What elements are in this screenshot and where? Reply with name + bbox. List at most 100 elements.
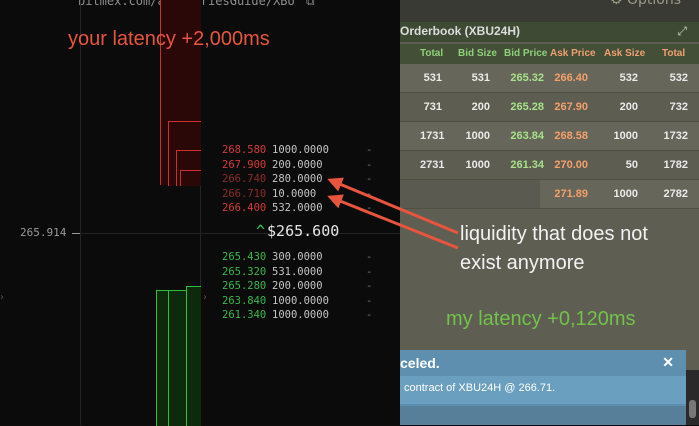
column-header-total[interactable]: Total	[420, 48, 443, 59]
price-gridline	[80, 233, 400, 234]
ask-size: 280.0000	[272, 173, 323, 185]
ask-price: 270.00	[554, 159, 588, 171]
empty-bid-cell	[400, 180, 540, 208]
ask-price: 266.40	[554, 72, 588, 84]
bid-delta: -	[366, 280, 373, 292]
column-header-total[interactable]: Total	[662, 48, 685, 59]
bid-delta: -	[366, 251, 373, 263]
bid-total: 1731	[420, 130, 445, 142]
scrollbar[interactable]	[686, 370, 699, 425]
ask-row[interactable]: 267.900 200.0000 -	[222, 158, 382, 173]
toast-title: celed.	[400, 355, 440, 371]
chevron-right-icon[interactable]: ›	[203, 292, 207, 303]
notification-toast[interactable]: celed. ✕ contract of XBU24H @ 266.71.	[400, 350, 686, 425]
ask-row[interactable]: 266.740 280.0000 -	[222, 172, 382, 187]
orderbook-header: Orderbook (XBU24H) ⤢	[400, 22, 699, 42]
close-icon[interactable]: ✕	[662, 354, 674, 371]
table-row[interactable]: 531 531 265.32 266.40 532 532	[400, 64, 699, 93]
table-row[interactable]: 2731 1000 261.34 270.00 50 1782	[400, 151, 699, 180]
ask-delta: -	[366, 144, 373, 156]
bid-price: 263.84	[510, 130, 544, 142]
ask-total: 532	[669, 72, 688, 84]
your-latency-annotation: your latency +2,000ms	[68, 28, 270, 50]
ask-row[interactable]: 268.580 1000.0000 -	[222, 143, 382, 158]
orderbook-columns: Total Bid Size Bid Price Ask Price Ask S…	[400, 44, 699, 64]
ask-delta: -	[366, 173, 373, 185]
table-row[interactable]: 271.89 1000 2782	[400, 180, 699, 209]
table-row[interactable]: 731 200 265.28 267.90 200 732	[400, 93, 699, 122]
bid-price: 265.320	[222, 265, 267, 278]
ask-total: 1782	[663, 159, 688, 171]
ask-price: 271.89	[554, 188, 588, 200]
depth-chart-panel: bitmex.com/app/seriesGuide/XBU ⧉ › › 265…	[0, 0, 400, 426]
last-price-value: $265.600	[267, 222, 340, 240]
chevron-up-icon: ^	[256, 222, 266, 240]
bid-price: 265.280	[222, 280, 267, 292]
ask-size: 1000	[613, 130, 638, 142]
bid-delta: -	[366, 309, 373, 321]
ask-size: 1000.0000	[272, 144, 329, 156]
bid-delta: -	[366, 265, 373, 278]
price-axis-tick	[72, 233, 80, 234]
liquidity-annotation-line2: exist anymore	[460, 252, 585, 274]
my-latency-annotation: my latency +0,120ms	[446, 308, 636, 330]
bid-size: 200	[471, 101, 490, 113]
ask-price: 268.58	[554, 130, 588, 142]
options-label: Options	[627, 0, 682, 8]
bid-price: 263.840	[222, 294, 267, 307]
ask-depth-step	[180, 170, 201, 186]
table-row[interactable]: 1731 1000 263.84 268.58 1000 1732	[400, 122, 699, 151]
column-header-ask-size[interactable]: Ask Size	[604, 48, 645, 59]
bid-delta: -	[366, 294, 373, 307]
ask-delta: -	[366, 158, 373, 171]
bid-row[interactable]: 263.840 1000.0000 -	[222, 294, 382, 309]
external-link-icon[interactable]: ⧉	[306, 0, 315, 8]
ask-price: 267.90	[554, 101, 588, 113]
chart-gridline	[80, 0, 81, 425]
bid-depth-step	[186, 286, 201, 426]
bid-size: 200.0000	[272, 280, 323, 292]
ask-price: 268.580	[222, 144, 267, 156]
bid-size: 1000.0000	[272, 309, 329, 321]
toast-message: contract of XBU24H @ 266.71.	[404, 382, 556, 394]
ask-row[interactable]: 266.400 532.0000 -	[222, 201, 382, 216]
bid-price: 265.430	[222, 251, 267, 263]
bid-size: 1000	[465, 159, 490, 171]
ask-size: 532.0000	[272, 202, 323, 214]
ask-size: 50	[625, 159, 638, 171]
ask-total: 732	[669, 101, 688, 113]
expand-icon[interactable]: ⤢	[677, 24, 687, 39]
column-header-ask-price[interactable]: Ask Price	[550, 48, 596, 59]
last-price: ^ $265.600	[256, 222, 339, 240]
ask-price: 266.400	[222, 202, 267, 214]
bid-row[interactable]: 261.340 1000.0000 -	[222, 308, 382, 323]
bid-size: 531	[471, 72, 490, 84]
ask-size: 200.0000	[272, 158, 323, 171]
column-header-bid-size[interactable]: Bid Size	[458, 48, 497, 59]
top-toolbar: ⚙ Options	[400, 0, 699, 22]
ask-price: 266.710	[222, 187, 267, 200]
bid-row[interactable]: 265.280 200.0000 -	[222, 279, 382, 294]
ask-price: 267.900	[222, 158, 267, 171]
liquidity-annotation-line1: liquidity that does not	[460, 223, 648, 245]
scrollbar-thumb[interactable]	[689, 400, 696, 418]
bid-row[interactable]: 265.320 531.0000 -	[222, 265, 382, 280]
bid-size: 1000.0000	[272, 294, 329, 307]
chevron-right-icon[interactable]: ›	[0, 292, 4, 303]
toast-body: contract of XBU24H @ 266.71.	[400, 376, 686, 404]
ask-delta: -	[366, 187, 373, 200]
column-header-bid-price[interactable]: Bid Price	[504, 48, 547, 59]
bid-price: 265.28	[510, 101, 544, 113]
toast-footer	[400, 406, 686, 425]
bid-row[interactable]: 265.430 300.0000 -	[222, 250, 382, 265]
ask-total: 1732	[663, 130, 688, 142]
options-button[interactable]: ⚙ Options	[610, 0, 681, 8]
price-axis-label: 265.914	[20, 226, 67, 239]
bid-total: 531	[423, 72, 442, 84]
gear-icon: ⚙	[610, 0, 623, 8]
bid-total: 2731	[420, 159, 445, 171]
ask-size: 200	[619, 101, 638, 113]
ask-total: 2782	[663, 188, 688, 200]
ask-ladder: 268.580 1000.0000 - 267.900 200.0000 - 2…	[222, 143, 382, 216]
ask-row[interactable]: 266.710 10.0000 -	[222, 187, 382, 202]
